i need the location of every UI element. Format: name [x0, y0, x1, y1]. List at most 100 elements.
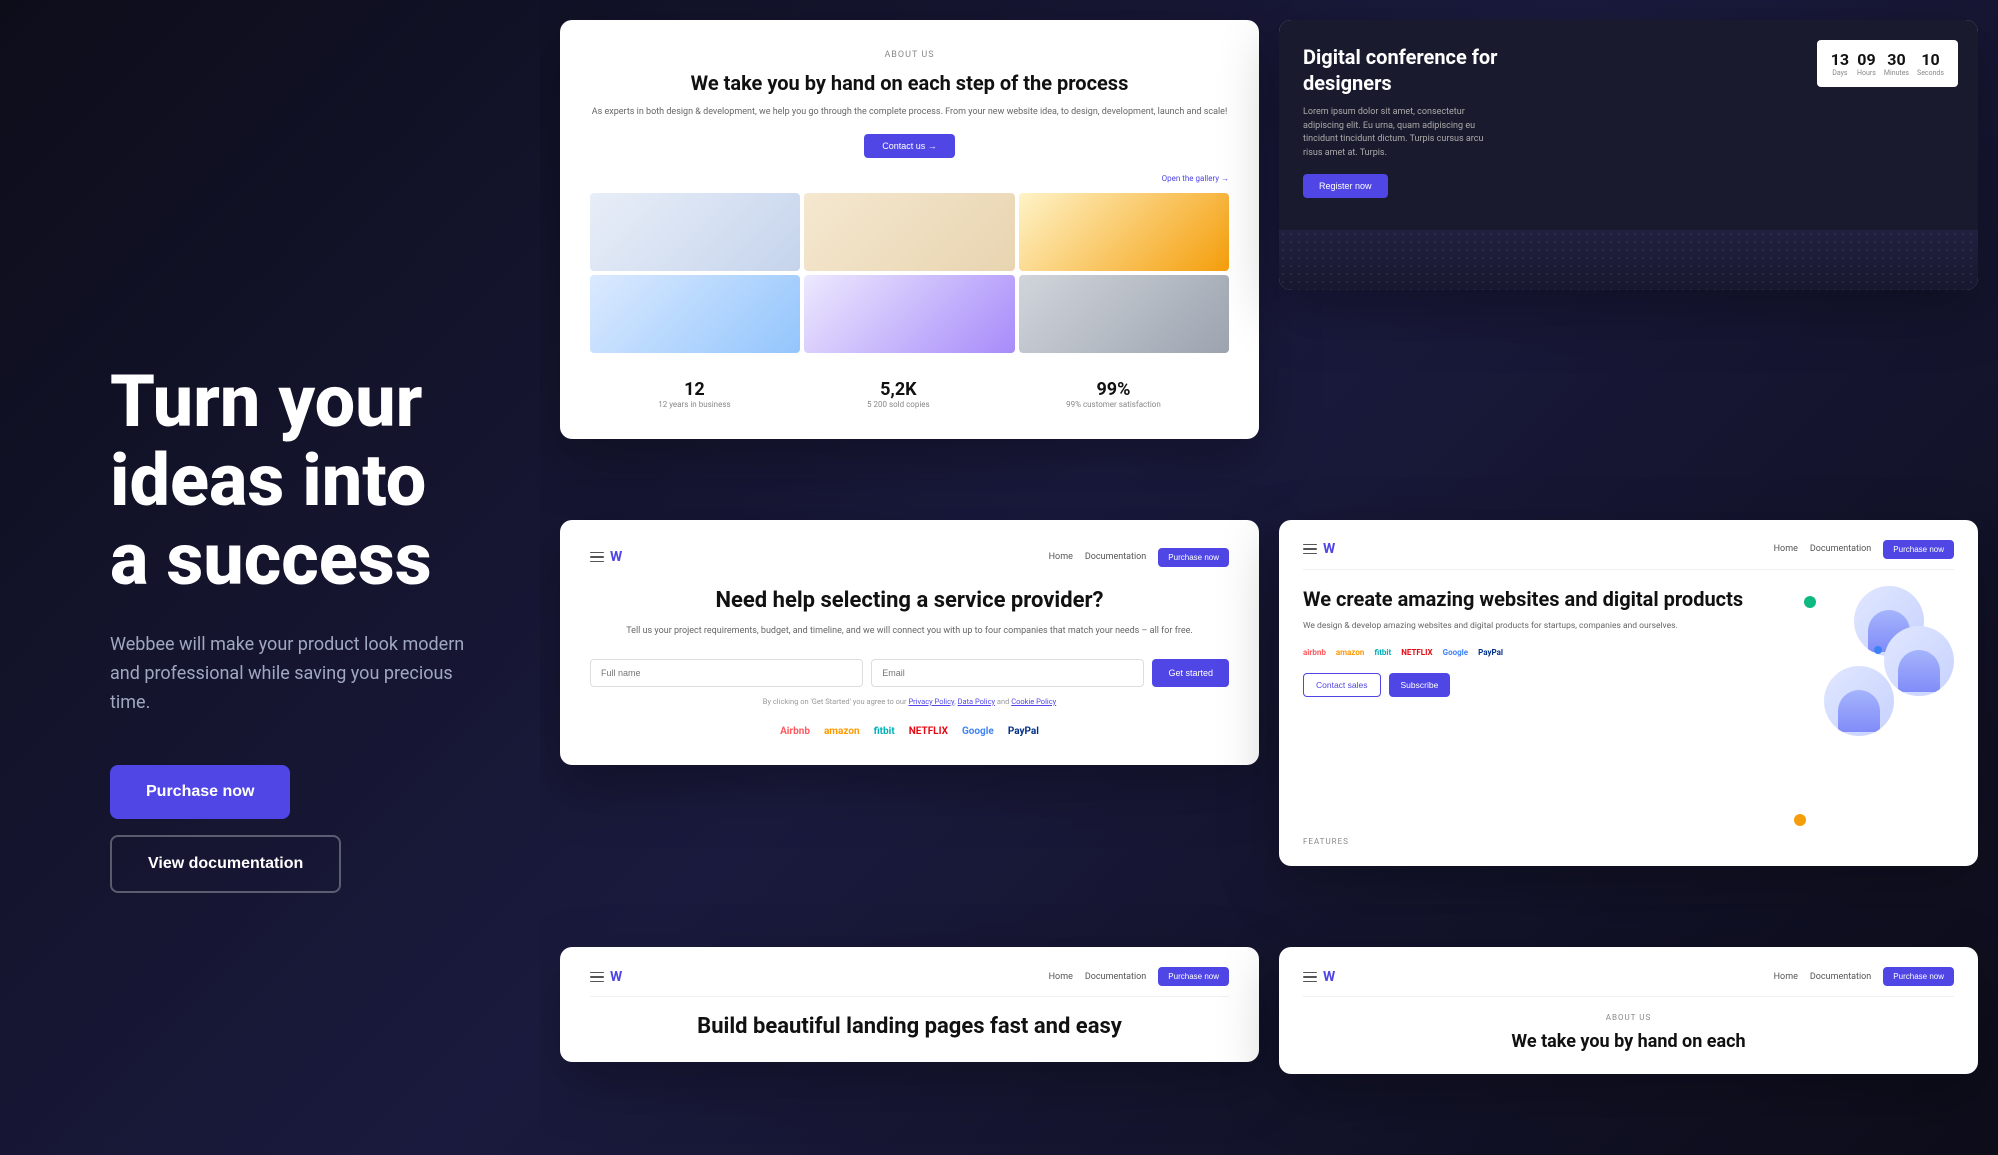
full-name-input[interactable]: [590, 659, 863, 687]
about-card-small: W Home Documentation Purchase now ABOUT …: [1279, 947, 1978, 1073]
card4-brand-logos: airbnb amazon fitbit NETFLIX Google PayP…: [1303, 648, 1774, 657]
photo-1: [590, 193, 800, 271]
w-logo: W: [610, 549, 622, 565]
hero-buttons: Purchase now View documentation: [110, 765, 480, 893]
card6-about-label: ABOUT US: [1303, 1013, 1954, 1022]
nav-links-5: Home Documentation Purchase now: [1049, 967, 1229, 986]
contact-sales-button[interactable]: Contact sales: [1303, 673, 1381, 697]
stat-3-number: 99%: [1066, 379, 1161, 400]
nav-home-4[interactable]: Home: [1774, 544, 1798, 554]
digital-conference-card: Digital conference for designers Lorem i…: [1279, 20, 1978, 290]
stat-2: 5,2K 5 200 sold copies: [867, 379, 930, 409]
fitbit-logo: fitbit: [874, 726, 895, 737]
view-docs-button[interactable]: View documentation: [110, 835, 341, 893]
card2-title: Digital conference for designers: [1303, 44, 1503, 96]
photo-3: [1019, 193, 1229, 271]
card3-title: Need help selecting a service provider?: [590, 587, 1229, 616]
card1-title: We take you by hand on each step of the …: [590, 70, 1229, 96]
nav-purchase-button[interactable]: Purchase now: [1158, 548, 1229, 567]
avatar-2: [1884, 626, 1954, 696]
landing-pages-card: W Home Documentation Purchase now Build …: [560, 947, 1259, 1062]
brand-fitbit-4: fitbit: [1374, 648, 1391, 657]
amazon-logo: amazon: [824, 726, 860, 737]
nav-logo-6: W: [1303, 969, 1335, 985]
w-logo-4: W: [1323, 541, 1335, 557]
card4-avatars: [1794, 586, 1954, 847]
stat-1-number: 12: [658, 379, 730, 400]
service-provider-card: W Home Documentation Purchase now Need h…: [560, 520, 1259, 765]
nav-purchase-button-6[interactable]: Purchase now: [1883, 967, 1954, 986]
crowd-image: [1279, 230, 1978, 290]
paypal-logo: PayPal: [1008, 726, 1039, 737]
card4-desc: We design & develop amazing websites and…: [1303, 620, 1774, 633]
photo-grid: [590, 193, 1229, 353]
features-label: FEATURES: [1303, 837, 1774, 846]
accent-dot-blue: [1874, 646, 1882, 654]
photo-5: [804, 275, 1014, 353]
about-label: ABOUT US: [590, 50, 1229, 60]
countdown-hours: 09 Hours: [1857, 50, 1876, 77]
card1-desc: As experts in both design & development,…: [590, 106, 1229, 120]
card4-left: We create amazing websites and digital p…: [1303, 586, 1774, 847]
nav-docs-5[interactable]: Documentation: [1085, 972, 1146, 982]
nav-links: Home Documentation Purchase now: [1049, 548, 1229, 567]
google-logo: Google: [962, 726, 994, 737]
brand-logos-row: Airbnb amazon fitbit NETFLIX Google PayP…: [590, 726, 1229, 737]
privacy-policy-link[interactable]: Privacy Policy: [908, 697, 954, 706]
nav-docs-6[interactable]: Documentation: [1810, 972, 1871, 982]
card3-form: Get started: [590, 659, 1229, 687]
hero-section: Turn your ideas into a success Webbee wi…: [0, 0, 540, 1155]
nav-links-6: Home Documentation Purchase now: [1774, 967, 1954, 986]
hamburger-icon-6[interactable]: [1303, 972, 1317, 982]
open-gallery-link[interactable]: Open the gallery →: [590, 174, 1229, 183]
stats-row: 12 12 years in business 5,2K 5 200 sold …: [590, 369, 1229, 419]
about-us-card: ABOUT US We take you by hand on each ste…: [560, 20, 1259, 439]
card6-title: We take you by hand on each: [1303, 1030, 1954, 1053]
card4-action-buttons: Contact sales Subscribe: [1303, 673, 1774, 697]
hero-title: Turn your ideas into a success: [110, 362, 480, 600]
crowd-dark-overlay: [1279, 230, 1978, 290]
card4-content: We create amazing websites and digital p…: [1303, 586, 1954, 847]
purchase-now-button[interactable]: Purchase now: [110, 765, 290, 819]
subscribe-button[interactable]: Subscribe: [1389, 673, 1451, 697]
hamburger-icon[interactable]: [590, 552, 604, 562]
stat-1-label: 12 years in business: [658, 400, 730, 409]
w-logo-5: W: [610, 969, 622, 985]
stat-3-label: 99% customer satisfaction: [1066, 400, 1161, 409]
nav-docs[interactable]: Documentation: [1085, 552, 1146, 562]
card2-top: Digital conference for designers Lorem i…: [1279, 20, 1978, 230]
stat-1: 12 12 years in business: [658, 379, 730, 409]
brand-airbnb-4: airbnb: [1303, 648, 1326, 657]
brand-amazon-4: amazon: [1336, 648, 1365, 657]
cookie-policy-link[interactable]: Cookie Policy: [1011, 697, 1056, 706]
accent-dot-green: [1804, 596, 1816, 608]
nav-logo-4: W: [1303, 541, 1335, 557]
countdown-minutes: 30 Minutes: [1884, 50, 1909, 77]
card4-title: We create amazing websites and digital p…: [1303, 586, 1774, 612]
w-logo-6: W: [1323, 969, 1335, 985]
card6-nav: W Home Documentation Purchase now: [1303, 967, 1954, 997]
photo-2: [804, 193, 1014, 271]
nav-home-6[interactable]: Home: [1774, 972, 1798, 982]
get-started-button[interactable]: Get started: [1152, 659, 1229, 687]
nav-home-5[interactable]: Home: [1049, 972, 1073, 982]
photo-4: [590, 275, 800, 353]
card3-subtitle: Tell us your project requirements, budge…: [590, 625, 1229, 639]
register-now-button[interactable]: Register now: [1303, 174, 1388, 198]
brand-netflix-4: NETFLIX: [1401, 648, 1432, 657]
nav-links-4: Home Documentation Purchase now: [1774, 540, 1954, 559]
airbnb-logo: Airbnb: [780, 726, 810, 737]
contact-us-button[interactable]: Contact us →: [864, 134, 955, 158]
stat-3: 99% 99% customer satisfaction: [1066, 379, 1161, 409]
card4-nav: W Home Documentation Purchase now: [1303, 540, 1954, 570]
nav-purchase-button-4[interactable]: Purchase now: [1883, 540, 1954, 559]
data-policy-link[interactable]: Data Policy: [958, 697, 995, 706]
email-input[interactable]: [871, 659, 1144, 687]
nav-home[interactable]: Home: [1049, 552, 1073, 562]
screenshots-area: ABOUT US We take you by hand on each ste…: [540, 0, 1998, 1155]
hamburger-icon-4[interactable]: [1303, 544, 1317, 554]
brand-google-4: Google: [1443, 648, 1469, 657]
nav-docs-4[interactable]: Documentation: [1810, 544, 1871, 554]
nav-purchase-button-5[interactable]: Purchase now: [1158, 967, 1229, 986]
hamburger-icon-5[interactable]: [590, 972, 604, 982]
